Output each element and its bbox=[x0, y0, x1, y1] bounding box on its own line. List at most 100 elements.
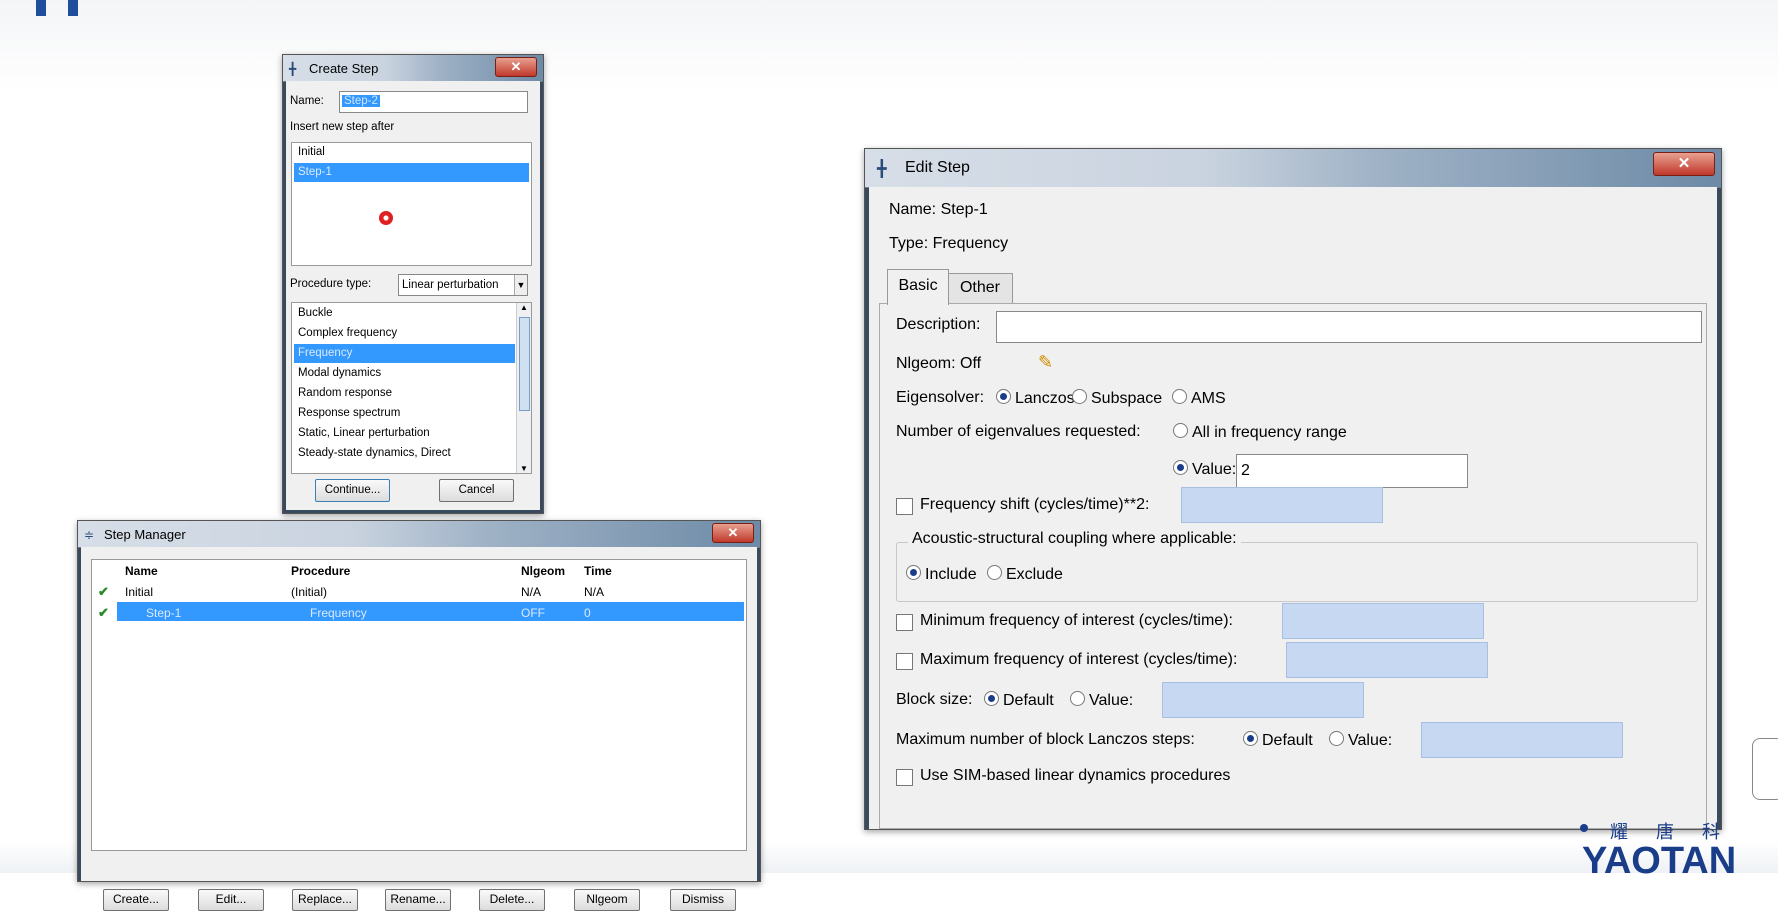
step-name-input[interactable]: Step-2 bbox=[339, 91, 528, 113]
radio-selected-icon bbox=[984, 691, 999, 706]
table-cell[interactable]: OFF bbox=[521, 606, 545, 620]
radio-icon bbox=[1329, 731, 1344, 746]
table-cell[interactable]: Frequency bbox=[310, 606, 367, 620]
procedure-item[interactable]: Steady-state dynamics, Direct bbox=[294, 444, 515, 463]
close-button[interactable]: ✕ bbox=[712, 523, 754, 543]
radio-all-in-range[interactable]: All in frequency range bbox=[1173, 423, 1347, 442]
window-move-icon: ╋ bbox=[289, 62, 297, 76]
continue-button[interactable]: Continue... bbox=[315, 479, 390, 502]
dismiss-button[interactable]: Dismiss bbox=[670, 889, 736, 911]
close-button[interactable]: ✕ bbox=[1653, 152, 1715, 176]
procedure-item[interactable]: Static, Linear perturbation bbox=[294, 424, 515, 443]
radio-selected-icon bbox=[1173, 460, 1188, 475]
max-freq-input[interactable] bbox=[1286, 642, 1488, 678]
steps-table[interactable]: Name Procedure Nlgeom Time ✔ Initial (In… bbox=[91, 559, 747, 851]
procedure-item[interactable]: Buckle bbox=[294, 304, 515, 323]
radio-value[interactable]: Value: bbox=[1173, 460, 1236, 479]
edit-button[interactable]: Edit... bbox=[198, 889, 264, 911]
pencil-edit-icon[interactable]: ✎ bbox=[1038, 352, 1053, 373]
column-header-nlgeom[interactable]: Nlgeom bbox=[521, 564, 565, 578]
table-cell[interactable]: (Initial) bbox=[291, 585, 327, 599]
radio-include[interactable]: Include bbox=[906, 565, 977, 584]
scroll-down-icon[interactable]: ▼ bbox=[520, 464, 528, 473]
radio-label: Value: bbox=[1348, 732, 1393, 749]
chevron-down-icon[interactable]: ▼ bbox=[514, 275, 527, 295]
column-header-name[interactable]: Name bbox=[125, 564, 158, 578]
radio-lanczos[interactable]: Lanczos bbox=[996, 389, 1075, 408]
radio-label: Subspace bbox=[1091, 390, 1163, 407]
min-freq-input[interactable] bbox=[1282, 603, 1484, 639]
list-item-step-1[interactable]: Step-1 bbox=[294, 163, 529, 182]
rename-button[interactable]: Rename... bbox=[385, 889, 451, 911]
table-cell[interactable]: N/A bbox=[584, 585, 604, 599]
min-freq-checkbox[interactable] bbox=[896, 614, 913, 631]
create-button[interactable]: Create... bbox=[103, 889, 169, 911]
eigenvalue-count-input[interactable]: 2 bbox=[1236, 454, 1468, 488]
sim-checkbox[interactable] bbox=[896, 769, 913, 786]
procedure-item[interactable]: Modal dynamics bbox=[294, 364, 515, 383]
radio-exclude[interactable]: Exclude bbox=[987, 565, 1063, 584]
radio-maxblock-value[interactable]: Value: bbox=[1329, 731, 1392, 750]
radio-block-default[interactable]: Default bbox=[984, 691, 1054, 710]
check-icon: ✔ bbox=[98, 605, 109, 620]
description-label: Description: bbox=[896, 316, 981, 333]
column-header-procedure[interactable]: Procedure bbox=[291, 564, 350, 578]
nlgeom-button[interactable]: Nlgeom bbox=[574, 889, 640, 911]
step-manager-titlebar[interactable]: ≑ Step Manager ✕ bbox=[78, 521, 760, 548]
procedure-type-select[interactable]: Linear perturbation ▼ bbox=[398, 274, 528, 296]
cancel-button[interactable]: Cancel bbox=[439, 479, 514, 502]
max-block-steps-label: Maximum number of block Lanczos steps: bbox=[896, 731, 1195, 748]
freq-shift-checkbox[interactable] bbox=[896, 498, 913, 515]
scroll-up-icon[interactable]: ▲ bbox=[520, 303, 528, 312]
description-input[interactable] bbox=[996, 311, 1702, 343]
replace-button[interactable]: Replace... bbox=[292, 889, 358, 911]
radio-subspace[interactable]: Subspace bbox=[1072, 389, 1162, 408]
max-freq-checkbox[interactable] bbox=[896, 653, 913, 670]
procedure-item-selected[interactable]: Frequency bbox=[294, 344, 515, 363]
table-cell[interactable]: Initial bbox=[125, 585, 153, 599]
radio-selected-icon bbox=[1243, 731, 1258, 746]
radio-label: Default bbox=[1262, 732, 1313, 749]
name-label: Name: bbox=[290, 95, 324, 107]
column-header-time[interactable]: Time bbox=[584, 564, 612, 578]
close-button[interactable]: ✕ bbox=[495, 57, 537, 77]
block-size-input[interactable] bbox=[1162, 682, 1364, 718]
procedure-type-label: Procedure type: bbox=[290, 278, 372, 290]
table-row-selected[interactable] bbox=[117, 602, 744, 621]
radio-icon bbox=[987, 565, 1002, 580]
freq-shift-input[interactable] bbox=[1181, 487, 1383, 523]
radio-icon bbox=[1173, 423, 1188, 438]
procedure-item[interactable]: Complex frequency bbox=[294, 324, 515, 343]
procedure-item[interactable]: Random response bbox=[294, 384, 515, 403]
step-type-line: Type: Frequency bbox=[889, 235, 1009, 252]
tab-other[interactable]: Other bbox=[947, 273, 1013, 304]
delete-button[interactable]: Delete... bbox=[479, 889, 545, 911]
radio-label: Lanczos bbox=[1015, 390, 1075, 407]
max-freq-label: Maximum frequency of interest (cycles/ti… bbox=[920, 651, 1238, 668]
radio-maxblock-default[interactable]: Default bbox=[1243, 731, 1313, 750]
create-step-titlebar[interactable]: ╋ Create Step ✕ bbox=[283, 55, 543, 82]
table-cell[interactable]: Step-1 bbox=[146, 606, 181, 620]
table-cell[interactable]: N/A bbox=[521, 585, 541, 599]
radio-block-value[interactable]: Value: bbox=[1070, 691, 1133, 710]
max-block-steps-input[interactable] bbox=[1421, 722, 1623, 758]
procedure-scrollbar[interactable]: ▲ ▼ bbox=[516, 303, 531, 473]
tab-basic[interactable]: Basic bbox=[887, 269, 949, 305]
window-move-icon: ≑ bbox=[84, 528, 95, 542]
insert-after-list[interactable]: Initial Step-1 bbox=[291, 142, 532, 266]
table-cell[interactable]: 0 bbox=[584, 606, 591, 620]
step-manager-dialog: ≑ Step Manager ✕ Name Procedure Nlgeom T… bbox=[77, 520, 761, 911]
eigensolver-label: Eigensolver: bbox=[896, 389, 985, 406]
procedure-item[interactable]: Response spectrum bbox=[294, 404, 515, 423]
list-item-initial[interactable]: Initial bbox=[294, 143, 529, 162]
scrollbar-thumb[interactable] bbox=[519, 317, 530, 411]
edit-step-titlebar[interactable]: ╋ Edit Step ✕ bbox=[865, 149, 1721, 188]
procedure-list[interactable]: Buckle Complex frequency Frequency Modal… bbox=[291, 302, 532, 474]
dialog-title: Edit Step bbox=[905, 159, 970, 176]
radio-selected-icon bbox=[906, 565, 921, 580]
radio-ams[interactable]: AMS bbox=[1172, 389, 1226, 408]
radio-label: Value: bbox=[1089, 692, 1134, 709]
radio-label: AMS bbox=[1191, 390, 1226, 407]
radio-icon bbox=[1072, 389, 1087, 404]
create-step-dialog: ╋ Create Step ✕ Name: Step-2 Insert new … bbox=[282, 54, 544, 514]
